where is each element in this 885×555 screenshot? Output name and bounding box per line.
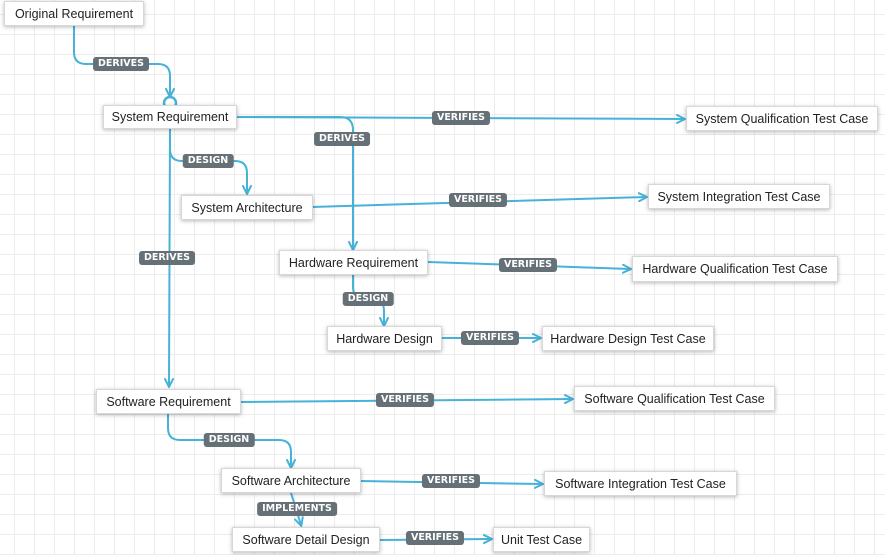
node-software-integration-test-case[interactable]: Software Integration Test Case — [544, 471, 737, 496]
label-verifies-software-qualification: VERIFIES — [375, 393, 435, 407]
node-system-architecture[interactable]: System Architecture — [181, 195, 313, 220]
label-verifies-unit-test: VERIFIES — [405, 531, 465, 545]
node-hardware-requirement[interactable]: Hardware Requirement — [279, 250, 428, 275]
node-system-requirement[interactable]: System Requirement — [103, 105, 237, 129]
label-design-hardware: DESIGN — [342, 292, 394, 306]
label-derives-system-hardware: DERIVES — [314, 132, 370, 146]
label-verifies-hardware-qualification: VERIFIES — [498, 258, 558, 272]
node-software-qualification-test-case[interactable]: Software Qualification Test Case — [574, 386, 775, 411]
label-verifies-software-integration: VERIFIES — [421, 474, 481, 488]
node-original-requirement[interactable]: Original Requirement — [4, 1, 144, 26]
node-hardware-design-test-case[interactable]: Hardware Design Test Case — [542, 326, 714, 351]
node-software-requirement[interactable]: Software Requirement — [96, 389, 241, 414]
node-software-detail-design[interactable]: Software Detail Design — [232, 527, 380, 552]
label-derives-system-software: DERIVES — [139, 251, 195, 265]
label-derives-original-system: DERIVES — [93, 57, 149, 71]
label-design-software-architecture: DESIGN — [203, 433, 255, 447]
label-verifies-hardware-design: VERIFIES — [460, 331, 520, 345]
diagram-canvas: Original Requirement System Requirement … — [0, 0, 885, 555]
node-hardware-qualification-test-case[interactable]: Hardware Qualification Test Case — [632, 256, 838, 282]
label-verifies-system-qualification: VERIFIES — [431, 111, 491, 125]
node-hardware-design[interactable]: Hardware Design — [327, 326, 442, 351]
label-verifies-system-integration: VERIFIES — [448, 193, 508, 207]
label-implements-software-detail: IMPLEMENTS — [257, 502, 337, 516]
node-software-architecture[interactable]: Software Architecture — [221, 468, 361, 493]
node-system-qualification-test-case[interactable]: System Qualification Test Case — [686, 106, 878, 131]
label-design-system-architecture: DESIGN — [182, 154, 234, 168]
node-unit-test-case[interactable]: Unit Test Case — [493, 527, 590, 552]
node-system-integration-test-case[interactable]: System Integration Test Case — [648, 184, 830, 209]
